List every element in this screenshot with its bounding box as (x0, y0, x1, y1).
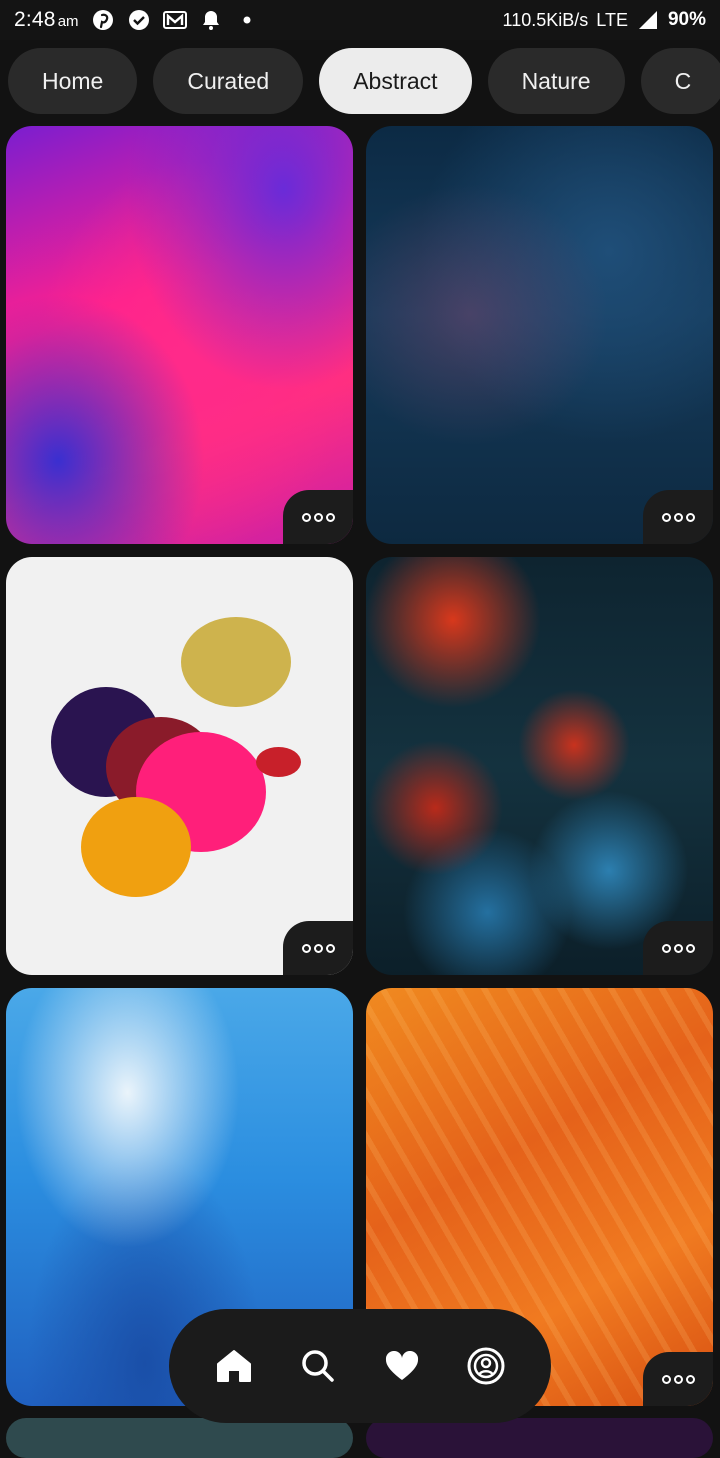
more-icon (301, 943, 311, 953)
more-options-button[interactable] (643, 1352, 713, 1406)
wallpaper-tile[interactable] (6, 557, 353, 975)
more-options-button[interactable] (643, 921, 713, 975)
nav-search-button[interactable] (299, 1347, 337, 1385)
more-icon (661, 512, 671, 522)
more-icon (301, 512, 311, 522)
wallpaper-tile[interactable] (366, 1418, 713, 1458)
wallpaper-tile[interactable] (366, 126, 713, 544)
more-icon (661, 943, 671, 953)
more-icon (661, 1374, 671, 1384)
profile-icon (467, 1347, 505, 1385)
wallpaper-tile[interactable] (6, 126, 353, 544)
nav-favorites-button[interactable] (383, 1347, 421, 1385)
more-options-button[interactable] (283, 490, 353, 544)
nav-home-button[interactable] (215, 1347, 253, 1385)
bottom-navigation (169, 1309, 551, 1423)
heart-icon (385, 1351, 419, 1380)
wallpaper-grid (0, 0, 720, 1458)
nav-profile-button[interactable] (467, 1347, 505, 1385)
search-icon (302, 1350, 334, 1382)
more-options-button[interactable] (643, 490, 713, 544)
home-icon (217, 1350, 251, 1382)
wallpaper-tile[interactable] (366, 557, 713, 975)
more-options-button[interactable] (283, 921, 353, 975)
wallpaper-tile[interactable] (6, 1418, 353, 1458)
